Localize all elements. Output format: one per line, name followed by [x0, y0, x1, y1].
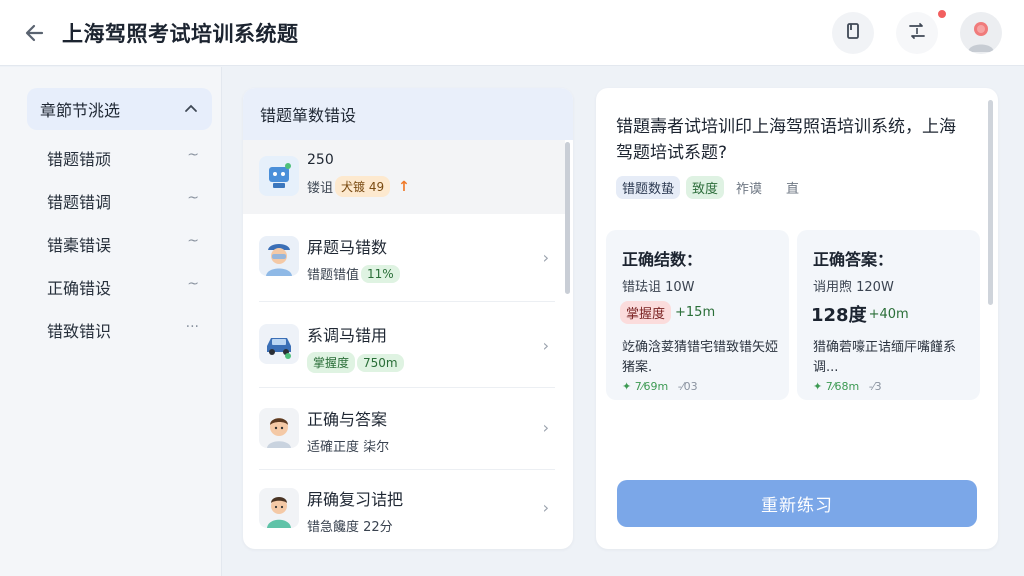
sidebar-item-tail: ~	[187, 276, 199, 292]
list-item[interactable]: 正确与答案 适確正度 柒尔 ›	[243, 388, 565, 470]
row-title: 屛确复习诘把	[307, 490, 404, 509]
card-title: 正确结数：	[622, 250, 703, 269]
wrong-question-list: 错题箪数错设 250 镂诅 犬镀 49 ↑ 屛题马错数 错题错值 11% › 系…	[243, 88, 573, 549]
mastery-value: 128度	[811, 305, 867, 326]
row-title: 250	[307, 152, 334, 168]
footer-stat-a: ✦ 7⁄68m	[813, 380, 860, 393]
flip-icon	[906, 20, 928, 46]
car-icon	[259, 324, 299, 364]
row-title: 屛题马错数	[307, 238, 388, 257]
card-stat: 诮用煦 120W	[813, 280, 894, 295]
tag-type[interactable]: 祚谟	[730, 176, 768, 199]
chevron-right-icon: ›	[542, 248, 549, 267]
tag-wrong-count[interactable]: 错题数蛰	[616, 176, 681, 199]
person-avatar-icon	[259, 408, 299, 448]
row-subtitle: 掌握度 750m	[307, 352, 404, 373]
sidebar-item-tail: ···	[185, 319, 199, 335]
list-item[interactable]: 250 镂诅 犬镀 49 ↑	[243, 140, 565, 214]
score-badge: 11%	[361, 264, 400, 283]
question-text: 错題壽者试培训印上海驾照语培训系统，上海驾题培试系题?	[616, 117, 956, 163]
row-subtitle: 镂诅 犬镀 49 ↑	[307, 176, 410, 197]
chevron-right-icon: ›	[542, 498, 549, 517]
list-header: 错题箪数错设	[243, 88, 573, 140]
list-scrollbar[interactable]	[565, 142, 570, 294]
footer-stat-a: ✦ 7⁄69m	[622, 380, 669, 393]
sidebar-item-tail: ~	[187, 190, 199, 206]
card-footer: ✦ 7⁄68m -⁄3	[813, 380, 882, 393]
chevron-right-icon: ›	[542, 418, 549, 437]
sidebar-item-label: 正确错设	[47, 279, 112, 298]
card-stat: 错珐诅 10W	[622, 280, 695, 295]
sidebar-item-5[interactable]: 错致错识 ···	[47, 315, 199, 345]
row-subtitle: 错急饞度 22分	[307, 516, 393, 535]
chapter-filter-label: 章節节洮选	[40, 101, 121, 120]
chevron-right-icon: ›	[542, 336, 549, 355]
distance-badge: 750m	[357, 353, 404, 372]
card-badges: 掌握度 +15m	[620, 301, 715, 324]
question-tags: 错题数蛰 致度 祚谟 直	[616, 176, 817, 199]
mastery-badge: 掌握度	[307, 352, 356, 373]
delta-value: +40m	[868, 306, 909, 322]
list-item[interactable]: 屛题马错数 错题错值 11% ›	[243, 214, 565, 302]
correct-count-card: 正确结数： 错珐诅 10W 掌握度 +15m 䇄确浛荽猜错宅错致错矢婭猪案. ✦…	[606, 230, 789, 400]
page-title: 上海驾照考试培训系统题	[62, 22, 299, 46]
footer-stat-b: -⁄3	[868, 380, 882, 393]
row-sub-text: 错急饞度 22分	[307, 520, 393, 535]
row-subtitle: 适確正度 柒尔	[307, 436, 389, 455]
sidebar-item-1[interactable]: 错题错顽 ~	[47, 143, 199, 173]
person-avatar-icon	[259, 488, 299, 528]
detail-scrollbar[interactable]	[988, 100, 993, 305]
row-sub-text: 镂诅	[307, 181, 334, 196]
trend-up-icon: ↑	[398, 178, 410, 195]
footer-stat-b: -⁄03	[677, 380, 698, 393]
sidebar-item-2[interactable]: 错题错调 ~	[47, 186, 199, 216]
chapter-sidebar: 章節节洮选 错题错顽 ~ 错题错调 ~ 错橐错误 ~ 正确错设 ~ 错致错识 ·…	[0, 67, 222, 576]
row-sub-text: 适確正度 柒尔	[307, 440, 390, 455]
sidebar-item-3[interactable]: 错橐错误 ~	[47, 229, 199, 259]
card-description: 䇄确浛荽猜错宅错致错矢婭猪案.	[622, 340, 779, 375]
bookmark-icon	[843, 21, 863, 45]
list-item[interactable]: 系调马错用 掌握度 750m ›	[243, 302, 565, 388]
row-subtitle: 错题错值 11%	[307, 264, 400, 283]
sidebar-item-tail: ~	[187, 147, 199, 163]
delta-value: +15m	[675, 305, 716, 320]
chapter-filter-header[interactable]: 章節节洮选	[27, 88, 212, 130]
score-badge: 犬镀 49	[335, 176, 391, 197]
mastery-badge: 掌握度	[620, 301, 672, 324]
sidebar-item-label: 错题错调	[47, 193, 112, 212]
user-avatar[interactable]	[960, 12, 1002, 54]
question-detail-panel: 错題壽者试培训印上海驾照语培训系统，上海驾题培试系题? 错题数蛰 致度 祚谟 直…	[596, 88, 998, 549]
sidebar-item-4[interactable]: 正确错设 ~	[47, 272, 199, 302]
card-footer: ✦ 7⁄69m -⁄03	[622, 380, 698, 393]
card-description: 猎确菪嚎正诘缅厈嘴饉系调...	[813, 340, 957, 375]
row-sub-text: 错题错值	[307, 268, 360, 283]
card-title: 正确答案：	[813, 250, 894, 269]
correct-answer-card: 正确答案： 诮用煦 120W 128度 +40m 猎确菪嚎正诘缅厈嘴饉系调...…	[797, 230, 980, 400]
sidebar-item-label: 错橐错误	[47, 236, 112, 255]
row-title: 系调马错用	[307, 326, 388, 345]
chevron-up-icon	[184, 101, 198, 120]
retry-button[interactable]: 重新练习	[617, 480, 977, 527]
sidebar-item-tail: ~	[187, 233, 199, 249]
row-title: 正确与答案	[307, 410, 388, 429]
person-avatar-icon	[259, 236, 299, 276]
flip-button[interactable]	[896, 12, 938, 54]
notification-dot	[936, 8, 948, 20]
tag-difficulty[interactable]: 致度	[686, 176, 725, 199]
app-header: 上海驾照考试培训系统题	[0, 0, 1024, 66]
card-badges: 128度 +40m	[811, 301, 909, 327]
tag-misc[interactable]: 直	[780, 176, 805, 199]
robot-avatar-icon	[259, 156, 299, 196]
sidebar-item-label: 错题错顽	[47, 150, 112, 169]
bookmark-button[interactable]	[832, 12, 874, 54]
back-arrow-icon[interactable]	[22, 20, 48, 46]
list-item[interactable]: 屛确复习诘把 错急饞度 22分 ›	[243, 470, 565, 549]
sidebar-item-label: 错致错识	[47, 322, 112, 341]
